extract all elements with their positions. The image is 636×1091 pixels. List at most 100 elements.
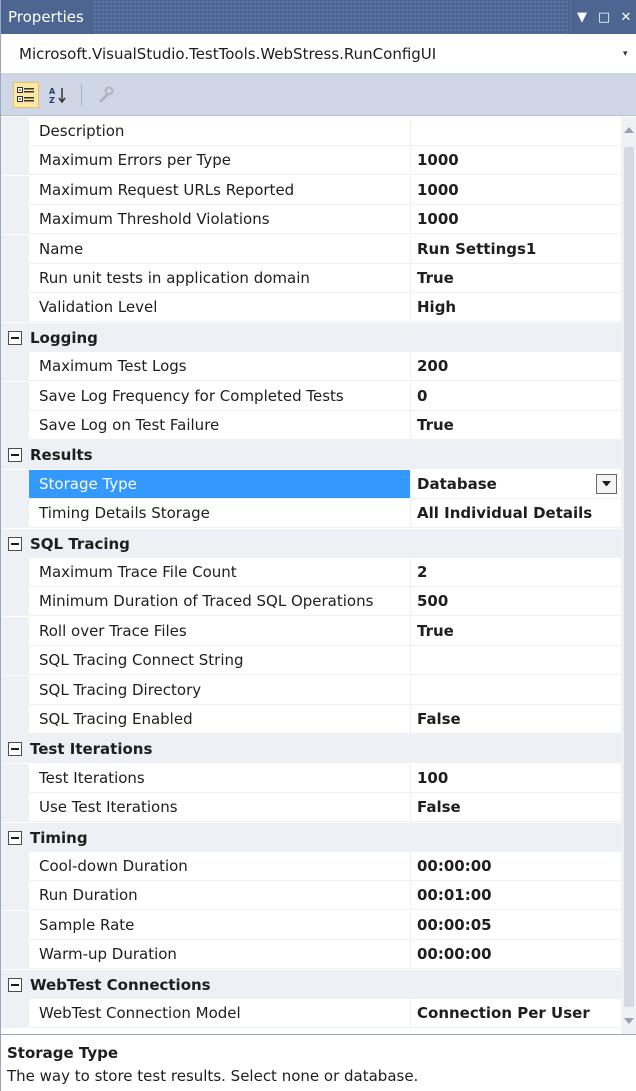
property-name[interactable]: Test Iterations <box>29 764 411 792</box>
alphabetical-button[interactable]: A Z <box>45 82 71 108</box>
category-logging[interactable]: Logging <box>1 323 621 352</box>
property-value[interactable]: High <box>411 293 621 321</box>
category-test-iterations[interactable]: Test Iterations <box>1 734 621 763</box>
categorized-button[interactable] <box>13 81 39 108</box>
scroll-up-icon[interactable] <box>624 127 634 133</box>
property-row[interactable]: WebTest Connection Model Connection Per U… <box>1 999 621 1028</box>
property-value[interactable]: 100 <box>411 764 621 792</box>
property-row[interactable]: Sample Rate 00:00:05 <box>1 911 621 940</box>
value-dropdown-button[interactable] <box>596 474 617 494</box>
property-value[interactable]: False <box>411 793 621 821</box>
property-value[interactable]: Connection Per User <box>411 999 621 1027</box>
property-row[interactable]: Run Duration 00:01:00 <box>1 881 621 910</box>
collapse-icon[interactable] <box>8 536 22 551</box>
object-selector[interactable]: Microsoft.VisualStudio.TestTools.WebStre… <box>1 34 636 74</box>
property-row[interactable]: Test Iterations 100 <box>1 764 621 793</box>
property-name[interactable]: Sample Rate <box>29 911 411 939</box>
property-value[interactable]: 0 <box>411 382 621 410</box>
property-value[interactable]: 1000 <box>411 205 621 233</box>
property-value[interactable]: True <box>411 411 621 439</box>
category-results[interactable]: Results <box>1 440 621 469</box>
property-row[interactable]: Validation Level High <box>1 293 621 322</box>
property-row[interactable]: Maximum Errors per Type 1000 <box>1 146 621 175</box>
collapse-icon[interactable] <box>8 977 22 992</box>
property-pages-button[interactable] <box>92 82 118 108</box>
property-value[interactable]: 00:00:05 <box>411 911 621 939</box>
property-row[interactable]: Maximum Request URLs Reported 1000 <box>1 176 621 205</box>
property-name[interactable]: Validation Level <box>29 293 411 321</box>
property-name[interactable]: Roll over Trace Files <box>29 617 411 645</box>
property-name[interactable]: Maximum Trace File Count <box>29 558 411 586</box>
property-value[interactable]: 500 <box>411 587 621 615</box>
object-selector-dropdown-icon[interactable]: ▾ <box>623 49 636 59</box>
property-name[interactable]: Maximum Request URLs Reported <box>29 176 411 204</box>
property-row[interactable]: Save Log Frequency for Completed Tests 0 <box>1 382 621 411</box>
property-value[interactable]: All Individual Details <box>411 499 621 527</box>
property-value[interactable]: 00:01:00 <box>411 881 621 909</box>
property-name[interactable]: SQL Tracing Connect String <box>29 646 411 674</box>
property-name[interactable]: Storage Type <box>29 470 411 498</box>
property-row[interactable]: Name Run Settings1 <box>1 235 621 264</box>
property-row[interactable]: SQL Tracing Enabled False <box>1 705 621 734</box>
window-position-dropdown-icon[interactable]: ▼ <box>571 0 593 34</box>
property-name[interactable]: Description <box>29 117 411 145</box>
property-name[interactable]: Use Test Iterations <box>29 793 411 821</box>
property-value[interactable]: False <box>411 705 621 733</box>
title-bar[interactable]: Properties ▼ □ ✕ <box>1 0 636 34</box>
property-row[interactable]: Minimum Duration of Traced SQL Operation… <box>1 587 621 616</box>
property-row[interactable]: Maximum Threshold Violations 1000 <box>1 205 621 234</box>
property-row[interactable]: Timing Details Storage All Individual Det… <box>1 499 621 528</box>
property-value[interactable]: 1000 <box>411 176 621 204</box>
vertical-scrollbar[interactable] <box>621 117 636 1034</box>
property-row[interactable]: Cool-down Duration 00:00:00 <box>1 852 621 881</box>
property-value[interactable]: 2 <box>411 558 621 586</box>
property-row[interactable]: Warm-up Duration 00:00:00 <box>1 940 621 969</box>
property-value[interactable]: True <box>411 264 621 292</box>
property-row[interactable]: SQL Tracing Directory <box>1 676 621 705</box>
property-value[interactable]: True <box>411 617 621 645</box>
collapse-icon[interactable] <box>8 741 22 756</box>
property-row[interactable]: Description <box>1 117 621 146</box>
property-name[interactable]: Maximum Test Logs <box>29 352 411 380</box>
property-value[interactable]: 200 <box>411 352 621 380</box>
property-name[interactable]: SQL Tracing Enabled <box>29 705 411 733</box>
property-name[interactable]: Minimum Duration of Traced SQL Operation… <box>29 587 411 615</box>
property-row[interactable]: SQL Tracing Connect String <box>1 646 621 675</box>
property-name[interactable]: Save Log Frequency for Completed Tests <box>29 382 411 410</box>
collapse-icon[interactable] <box>8 830 22 845</box>
close-icon[interactable]: ✕ <box>615 0 636 34</box>
property-row[interactable]: Save Log on Test Failure True <box>1 411 621 440</box>
property-name[interactable]: Name <box>29 235 411 263</box>
property-value[interactable] <box>411 676 621 704</box>
property-row[interactable]: Run unit tests in application domain True <box>1 264 621 293</box>
property-value[interactable]: 1000 <box>411 146 621 174</box>
maximize-icon[interactable]: □ <box>593 0 615 34</box>
property-row[interactable]: Roll over Trace Files True <box>1 617 621 646</box>
property-value[interactable]: 00:00:00 <box>411 940 621 968</box>
property-name[interactable]: Run unit tests in application domain <box>29 264 411 292</box>
property-row[interactable]: Use Test Iterations False <box>1 793 621 822</box>
category-sql-tracing[interactable]: SQL Tracing <box>1 529 621 558</box>
property-name[interactable]: Maximum Threshold Violations <box>29 205 411 233</box>
property-value[interactable] <box>411 117 621 145</box>
property-name[interactable]: Run Duration <box>29 881 411 909</box>
scroll-down-icon[interactable] <box>624 1018 634 1024</box>
property-name[interactable]: Warm-up Duration <box>29 940 411 968</box>
property-name[interactable]: Timing Details Storage <box>29 499 411 527</box>
scrollbar-thumb[interactable] <box>624 147 634 1007</box>
property-name[interactable]: SQL Tracing Directory <box>29 676 411 704</box>
property-name[interactable]: WebTest Connection Model <box>29 999 411 1027</box>
property-value[interactable]: Database <box>411 470 621 498</box>
property-row[interactable]: Maximum Trace File Count 2 <box>1 558 621 587</box>
property-row[interactable]: Maximum Test Logs 200 <box>1 352 621 381</box>
collapse-icon[interactable] <box>8 447 22 462</box>
property-name[interactable]: Maximum Errors per Type <box>29 146 411 174</box>
property-value[interactable]: 00:00:00 <box>411 852 621 880</box>
property-name[interactable]: Save Log on Test Failure <box>29 411 411 439</box>
collapse-icon[interactable] <box>8 330 22 345</box>
property-row[interactable]: Storage Type Database <box>1 470 621 499</box>
property-value[interactable] <box>411 646 621 674</box>
category-timing[interactable]: Timing <box>1 823 621 852</box>
category-webtest-connections[interactable]: WebTest Connections <box>1 970 621 999</box>
property-value[interactable]: Run Settings1 <box>411 235 621 263</box>
